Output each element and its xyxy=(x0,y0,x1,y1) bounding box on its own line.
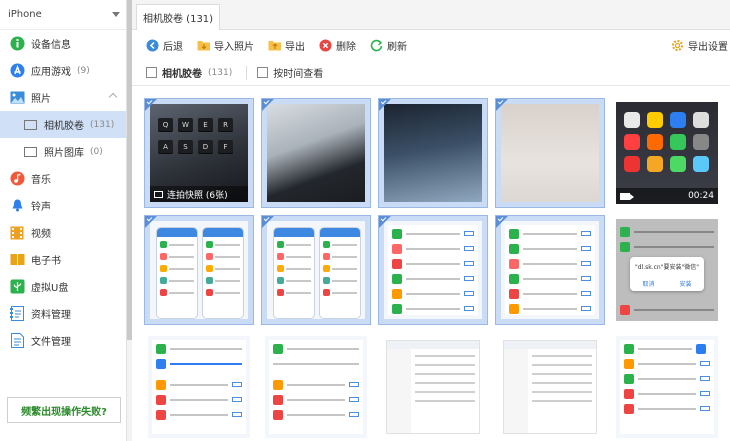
photo-thumbnail[interactable] xyxy=(378,332,488,441)
photo-thumbnail[interactable] xyxy=(261,215,371,325)
app-screenshot xyxy=(148,336,250,438)
back-button[interactable]: 后退 xyxy=(146,38,183,53)
install-dialog-screenshot: "dl.sk.cn"要安装"微信" 取消 安装 xyxy=(616,219,718,321)
photo-thumbnail[interactable]: QWER ASDF 连拍快照 (6张) xyxy=(144,98,254,208)
sidebar-item-contacts[interactable]: 资料管理 xyxy=(0,300,126,327)
phone-video: 00:24 xyxy=(616,102,718,204)
checkmark-icon xyxy=(262,216,274,228)
video-icon xyxy=(9,225,25,241)
camera-roll-icon xyxy=(22,117,38,133)
sidebar-item-photo-library[interactable]: 照片图库 (0) xyxy=(0,138,126,165)
tablet-screenshot xyxy=(499,336,601,438)
sidebar-item-device-info[interactable]: 设备信息 xyxy=(0,30,126,57)
checkmark-icon xyxy=(496,99,508,111)
sidebar-item-camera-roll[interactable]: 相机胶卷 (131) xyxy=(0,111,126,138)
photo-thumbnail[interactable]: "dl.sk.cn"要安装"微信" 取消 安装 xyxy=(612,215,722,325)
chevron-down-icon xyxy=(112,12,120,17)
keyboard-photo xyxy=(384,104,482,202)
photo-library-icon xyxy=(22,144,38,160)
sidebar-item-music[interactable]: 音乐 xyxy=(0,165,126,192)
photo-thumbnail[interactable] xyxy=(495,98,605,208)
photo-thumbnail[interactable] xyxy=(378,98,488,208)
filter-bar: 相机胶卷 (131) 按时间查看 xyxy=(132,60,730,86)
nav-list: 设备信息 应用游戏 (9) 照片 相机胶卷 (131) 照片图库 (0) 音乐 xyxy=(0,30,126,354)
back-arrow-icon xyxy=(146,39,159,52)
tab-bar: 相机胶卷 (131) xyxy=(132,0,730,30)
photo-thumbnail[interactable] xyxy=(612,332,722,441)
checkmark-icon xyxy=(379,99,391,111)
keyboard-photo: QWER ASDF 连拍快照 (6张) xyxy=(150,104,248,202)
folder-icon xyxy=(154,190,163,198)
refresh-icon xyxy=(370,39,383,52)
keyboard-photo xyxy=(267,104,365,202)
photo-thumbnail[interactable] xyxy=(495,332,605,441)
video-camera-icon xyxy=(620,192,634,200)
book-icon xyxy=(9,252,25,268)
app-screenshot xyxy=(150,221,248,319)
video-bar: 00:24 xyxy=(616,188,718,204)
usb-icon xyxy=(9,279,25,295)
checkmark-icon xyxy=(262,99,274,111)
photo-thumbnail[interactable] xyxy=(144,215,254,325)
app-store-icon xyxy=(9,63,25,79)
device-selector[interactable]: iPhone xyxy=(0,0,126,30)
photo-grid: QWER ASDF 连拍快照 (6张) 00:24 "dl.sk.cn"要安装"… xyxy=(144,98,730,441)
install-dialog: "dl.sk.cn"要安装"微信" 取消 安装 xyxy=(630,257,704,291)
app-screenshot xyxy=(267,221,365,319)
video-thumbnail[interactable]: 00:24 xyxy=(612,98,722,208)
bell-icon xyxy=(9,198,25,214)
tablet-screenshot xyxy=(382,336,484,438)
import-photos-button[interactable]: 导入照片 xyxy=(197,38,254,53)
view-by-time-checkbox[interactable]: 按时间查看 xyxy=(257,65,323,80)
sidebar-item-photos[interactable]: 照片 xyxy=(0,84,126,111)
refresh-button[interactable]: 刷新 xyxy=(370,38,407,53)
sidebar: iPhone 设备信息 应用游戏 (9) 照片 相机胶卷 (131) 照片图库 … xyxy=(0,0,127,441)
music-icon xyxy=(9,171,25,187)
checkmark-icon xyxy=(145,99,157,111)
photo-thumbnail[interactable] xyxy=(378,215,488,325)
tab-camera-roll[interactable]: 相机胶卷 (131) xyxy=(136,4,221,30)
select-all-checkbox[interactable]: 相机胶卷 (131) xyxy=(146,65,232,80)
checkbox-box xyxy=(257,67,269,78)
sidebar-item-files[interactable]: 文件管理 xyxy=(0,327,126,354)
sidebar-item-apps[interactable]: 应用游戏 (9) xyxy=(0,57,126,84)
import-folder-icon xyxy=(197,39,210,52)
blurred-photo xyxy=(501,104,599,202)
chevron-up-icon xyxy=(108,92,118,102)
checkmark-icon xyxy=(496,216,508,228)
checkmark-icon xyxy=(145,216,157,228)
sidebar-item-ebooks[interactable]: 电子书 xyxy=(0,246,126,273)
photo-thumbnail[interactable] xyxy=(261,332,371,441)
sidebar-item-usb[interactable]: 虚拟U盘 xyxy=(0,273,126,300)
export-settings-button[interactable]: 导出设置 xyxy=(671,38,728,53)
sidebar-item-videos[interactable]: 视频 xyxy=(0,219,126,246)
file-icon xyxy=(9,333,25,349)
photo-icon xyxy=(9,90,25,106)
divider xyxy=(246,65,248,80)
checkmark-icon xyxy=(379,216,391,228)
app-screenshot xyxy=(616,336,718,438)
app-screenshot xyxy=(384,221,482,319)
delete-button[interactable]: 删除 xyxy=(319,38,356,53)
photo-thumbnail[interactable] xyxy=(144,332,254,441)
main-panel: 相机胶卷 (131) 后退 导入照片 导出 删除 刷新 导出设置 相机胶卷 (1… xyxy=(132,0,730,441)
sidebar-item-ringtones[interactable]: 铃声 xyxy=(0,192,126,219)
app-screenshot xyxy=(501,221,599,319)
checkbox-box xyxy=(146,67,157,78)
contacts-icon xyxy=(9,306,25,322)
info-icon xyxy=(9,36,25,52)
export-button[interactable]: 导出 xyxy=(268,38,305,53)
operation-failed-help-link[interactable]: 频繁出现操作失败? xyxy=(7,397,121,423)
photo-thumbnail[interactable] xyxy=(261,98,371,208)
app-screenshot xyxy=(265,336,367,438)
delete-icon xyxy=(319,39,332,52)
export-folder-icon xyxy=(268,39,281,52)
photo-thumbnail[interactable] xyxy=(495,215,605,325)
gear-icon xyxy=(671,39,684,52)
device-name: iPhone xyxy=(8,9,42,20)
toolbar: 后退 导入照片 导出 删除 刷新 导出设置 xyxy=(132,30,730,60)
burst-label: 连拍快照 (6张) xyxy=(150,186,248,202)
